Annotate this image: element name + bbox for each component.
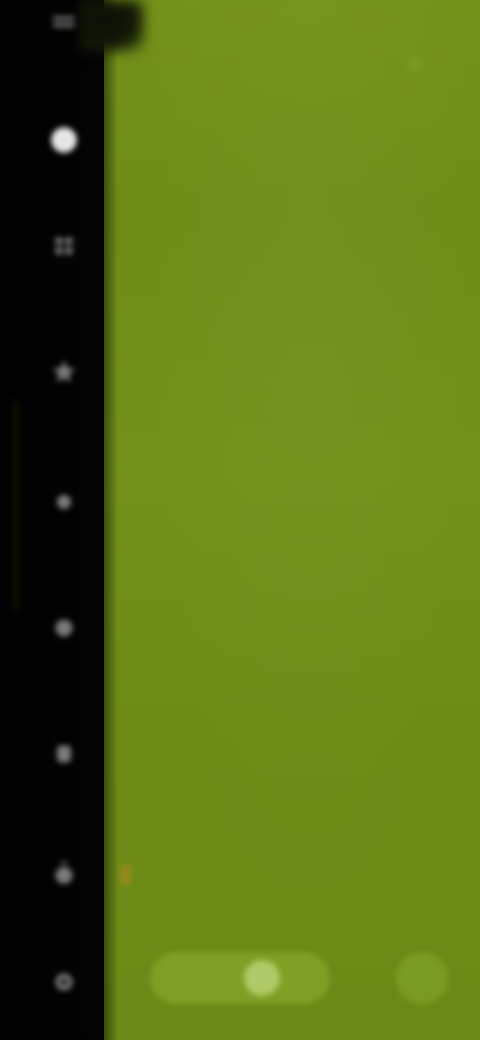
status-dot bbox=[408, 58, 422, 72]
tool-button-1[interactable] bbox=[32, 214, 96, 278]
side-rail bbox=[0, 0, 104, 1040]
sun-icon bbox=[56, 494, 72, 510]
tool-button-6[interactable] bbox=[32, 842, 96, 906]
shutter-knob-icon[interactable] bbox=[244, 960, 280, 996]
switch-button[interactable] bbox=[396, 952, 448, 1004]
app-screen bbox=[0, 0, 480, 1040]
tool-button-2[interactable] bbox=[32, 340, 96, 404]
capture-mode-button[interactable] bbox=[32, 108, 96, 172]
shutter-toggle[interactable] bbox=[150, 952, 330, 1004]
timer-icon bbox=[55, 861, 73, 884]
viewer-caption bbox=[120, 860, 230, 890]
grid-icon bbox=[55, 237, 73, 255]
viewer-edge-shadow bbox=[104, 0, 118, 1040]
tool-button-5[interactable] bbox=[32, 722, 96, 786]
menu-icon bbox=[52, 16, 76, 28]
highlight-mark bbox=[120, 865, 132, 885]
brush-icon bbox=[56, 745, 72, 763]
tool-button-7[interactable] bbox=[32, 950, 96, 1014]
tool-button-4[interactable] bbox=[32, 596, 96, 660]
palette-icon bbox=[55, 619, 73, 637]
top-notch-shadow bbox=[80, 0, 144, 52]
star-icon bbox=[52, 360, 76, 382]
rail-accent bbox=[14, 400, 18, 610]
tool-button-3[interactable] bbox=[32, 470, 96, 534]
circle-icon bbox=[51, 127, 77, 153]
gear-icon bbox=[55, 973, 73, 991]
